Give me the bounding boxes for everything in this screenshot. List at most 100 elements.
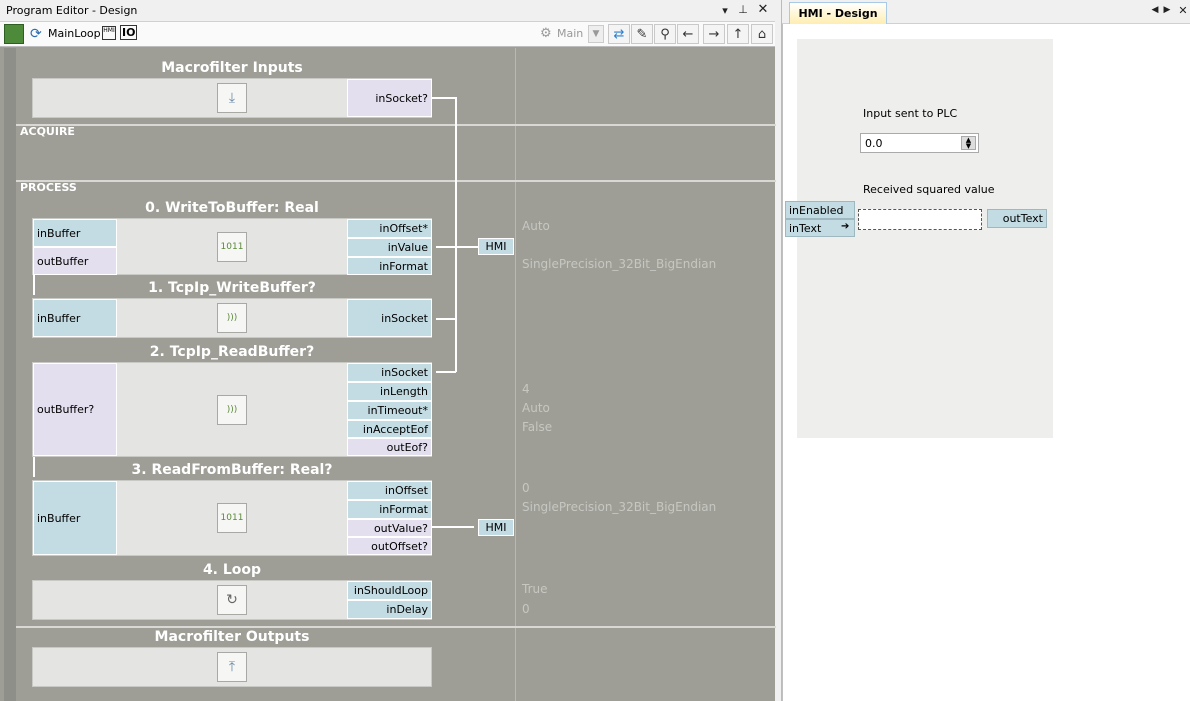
buffer-icon: 1011: [217, 503, 247, 533]
io-button[interactable]: IO: [120, 25, 138, 40]
port-value[interactable]: Auto: [522, 219, 550, 233]
port-value[interactable]: Auto: [522, 401, 550, 415]
process-section-label: PROCESS: [20, 181, 77, 194]
gear-icon: ⚙: [540, 26, 552, 41]
port-value[interactable]: 4: [522, 382, 530, 396]
buffer-wire: [33, 457, 35, 477]
filter-list-icon[interactable]: [4, 24, 24, 44]
macro-inputs-block[interactable]: ⤓ inSocket?: [32, 78, 432, 118]
pin-icon[interactable]: ⊥: [734, 3, 752, 16]
hmi-output-port[interactable]: outText: [987, 209, 1047, 228]
macro-outputs-title: Macrofilter Outputs: [154, 629, 310, 645]
output-port[interactable]: outBuffer?: [33, 363, 117, 456]
input-port[interactable]: inShouldLoop: [347, 581, 432, 600]
value-column-divider: [515, 48, 516, 701]
hmi-wire: [436, 246, 478, 248]
arrow-up-icon[interactable]: ↑: [727, 24, 749, 44]
input-port[interactable]: inBuffer: [33, 219, 117, 247]
section-separator: [16, 124, 776, 126]
port-value[interactable]: SinglePrecision_32Bit_BigEndian: [522, 500, 716, 514]
acquire-section-label: ACQUIRE: [20, 125, 75, 138]
section-separator: [16, 180, 776, 182]
output-port[interactable]: outOffset?: [347, 537, 432, 555]
input-port[interactable]: inDelay: [347, 600, 432, 619]
filter-block[interactable]: ↻ inShouldLoop inDelay: [32, 580, 432, 620]
buffer-wire: [33, 275, 35, 295]
edit-icon[interactable]: ✎: [631, 24, 653, 44]
input-label: Input sent to PLC: [863, 107, 958, 120]
port-arrow-icon: ➔: [841, 221, 850, 232]
chevron-down-icon[interactable]: ▼: [588, 25, 604, 43]
home-icon[interactable]: ⌂: [751, 24, 773, 44]
program-editor-title: Program Editor - Design: [6, 4, 138, 17]
macro-input-port[interactable]: inSocket?: [347, 79, 432, 117]
macro-inputs-title: Macrofilter Inputs: [161, 60, 303, 76]
tcp-write-icon: ))): [217, 303, 247, 333]
input-port[interactable]: inFormat: [347, 257, 432, 275]
input-arrow-icon: ⤓: [217, 83, 247, 113]
hmi-canvas: [797, 39, 1053, 438]
splitter[interactable]: [775, 0, 782, 701]
port-value[interactable]: True: [522, 582, 548, 596]
hmi-icon[interactable]: HMI: [102, 26, 116, 40]
input-port[interactable]: inValue: [347, 238, 432, 257]
hmi-input-port[interactable]: inEnabled: [785, 201, 855, 219]
tab-hmi-design[interactable]: HMI - Design: [789, 2, 887, 24]
input-port[interactable]: inBuffer: [33, 481, 117, 555]
output-port[interactable]: outBuffer: [33, 247, 117, 275]
close-icon[interactable]: ✕: [754, 2, 772, 17]
hmi-connection-tag[interactable]: HMI: [478, 519, 514, 536]
port-value[interactable]: 0: [522, 481, 530, 495]
filter-block[interactable]: outBuffer? ))) inSocket inLength inTimeo…: [32, 362, 432, 457]
buffer-icon: 1011: [217, 232, 247, 262]
number-input[interactable]: 0.0 ▲ ▼: [860, 133, 979, 153]
socket-wire: [432, 97, 456, 99]
socket-wire: [436, 371, 456, 373]
dropdown-icon[interactable]: ▾: [716, 4, 734, 17]
output-textbox[interactable]: [858, 209, 982, 230]
input-port[interactable]: inFormat: [347, 500, 432, 519]
socket-wire: [455, 97, 457, 372]
port-value[interactable]: 0: [522, 602, 530, 616]
filter-title[interactable]: 3. ReadFromBuffer: Real?: [32, 462, 432, 478]
input-port[interactable]: inTimeout*: [347, 401, 432, 420]
output-port[interactable]: outValue?: [347, 519, 432, 537]
number-input-value[interactable]: 0.0: [865, 137, 883, 150]
output-port[interactable]: outEof?: [347, 438, 432, 456]
input-port[interactable]: inSocket: [347, 299, 432, 337]
loop-filter-icon: ↻: [217, 585, 247, 615]
macro-name[interactable]: MainLoop: [48, 27, 101, 40]
swap-icon[interactable]: ⇄: [608, 24, 630, 44]
filter-title[interactable]: 1. TcpIp_WriteBuffer?: [32, 280, 432, 296]
input-port[interactable]: inSocket: [347, 363, 432, 382]
filter-block[interactable]: inBuffer ))) inSocket: [32, 298, 432, 338]
program-editor-toolbar: ⟳ MainLoop HMI IO ⚙ Main ▼ ⇄ ✎ ⚲ ← → ↑ ⌂: [0, 22, 776, 47]
arrow-right-icon[interactable]: →: [703, 24, 725, 44]
socket-wire: [436, 318, 456, 320]
macro-outputs-block[interactable]: ⤒: [32, 647, 432, 687]
filter-title[interactable]: 4. Loop: [32, 562, 432, 578]
main-selector[interactable]: Main: [557, 27, 583, 40]
close-icon[interactable]: ✕: [1174, 4, 1190, 17]
output-label: Received squared value: [863, 183, 995, 196]
tcp-read-icon: ))): [217, 395, 247, 425]
input-port[interactable]: inOffset*: [347, 219, 432, 238]
port-value[interactable]: SinglePrecision_32Bit_BigEndian: [522, 257, 716, 271]
input-port[interactable]: inOffset: [347, 481, 432, 500]
search-icon[interactable]: ⚲: [654, 24, 676, 44]
arrow-left-icon[interactable]: ←: [677, 24, 699, 44]
hmi-connection-tag[interactable]: HMI: [478, 238, 514, 255]
editor-left-strip: [4, 48, 16, 701]
filter-block[interactable]: inBuffer 1011 inOffset inFormat outValue…: [32, 480, 432, 556]
output-arrow-icon: ⤒: [217, 652, 247, 682]
filter-block[interactable]: inBuffer outBuffer 1011 inOffset* inValu…: [32, 218, 432, 275]
input-port[interactable]: inLength: [347, 382, 432, 401]
filter-title[interactable]: 0. WriteToBuffer: Real: [32, 200, 432, 216]
port-value[interactable]: False: [522, 420, 552, 434]
input-port[interactable]: inAcceptEof: [347, 420, 432, 438]
spinner-icon[interactable]: ▲ ▼: [961, 136, 976, 150]
section-separator: [16, 626, 776, 628]
input-port[interactable]: inBuffer: [33, 299, 117, 337]
loop-icon: ⟳: [30, 26, 42, 42]
filter-title[interactable]: 2. TcpIp_ReadBuffer?: [32, 344, 432, 360]
